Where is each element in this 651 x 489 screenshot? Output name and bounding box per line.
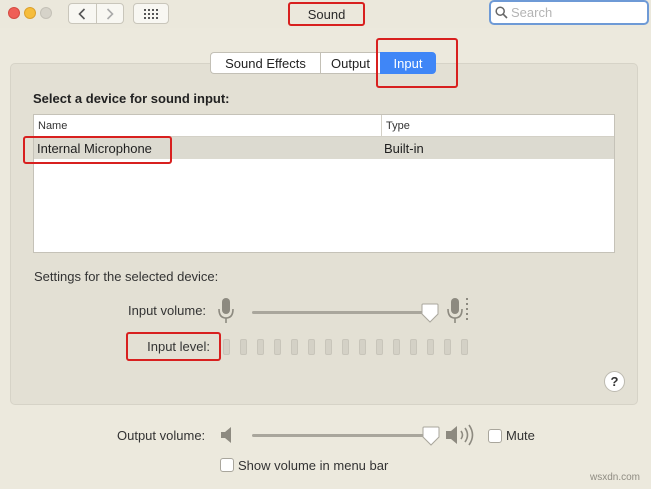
window-title: Sound: [288, 2, 365, 26]
input-level-segment: [342, 339, 349, 355]
settings-heading: Settings for the selected device:: [34, 269, 219, 284]
input-level-segment: [274, 339, 281, 355]
chevron-left-icon: [78, 7, 86, 20]
input-level-segment: [291, 339, 298, 355]
tab-output[interactable]: Output: [320, 52, 380, 74]
microphone-high-icon: [447, 298, 468, 323]
input-level-segment: [461, 339, 468, 355]
close-window-button[interactable]: [8, 7, 20, 19]
input-volume-label: Input volume:: [128, 303, 207, 318]
table-header: Name Type: [34, 115, 614, 137]
show-all-button[interactable]: [133, 3, 169, 24]
watermark-text: wsxdn.com: [590, 472, 641, 483]
device-row-highlight-annotation: [23, 136, 172, 164]
input-volume-slider[interactable]: [252, 311, 435, 314]
input-level-segment: [257, 339, 264, 355]
search-icon: [495, 6, 508, 19]
microphone-low-icon: [218, 298, 234, 323]
device-table: Name Type Internal Microphone Built-in: [33, 114, 615, 253]
tab-sound-effects[interactable]: Sound Effects: [210, 52, 320, 74]
chevron-right-icon: [106, 7, 114, 20]
input-level-segment: [223, 339, 230, 355]
input-level-segment: [376, 339, 383, 355]
speaker-low-icon: [221, 427, 231, 443]
device-type-cell: Built-in: [384, 140, 424, 156]
forward-button[interactable]: [95, 4, 124, 23]
input-level-segment: [240, 339, 247, 355]
search-field[interactable]: [489, 0, 649, 25]
column-header-type[interactable]: Type: [382, 115, 614, 136]
input-level-segment: [359, 339, 366, 355]
device-select-heading: Select a device for sound input:: [33, 91, 230, 106]
input-level-meter: [223, 339, 478, 355]
input-level-segment: [393, 339, 400, 355]
navigation-buttons: [68, 3, 124, 24]
tab-input-highlight-annotation: [376, 38, 458, 88]
title-bar: Sound: [0, 0, 651, 28]
search-input[interactable]: [511, 5, 641, 20]
output-volume-slider[interactable]: [252, 434, 435, 437]
input-volume-slider-thumb[interactable]: [421, 303, 439, 323]
back-button[interactable]: [69, 4, 96, 23]
output-volume-label: Output volume:: [117, 428, 206, 443]
minimize-window-button[interactable]: [24, 7, 36, 19]
speaker-high-icon: [446, 424, 474, 446]
input-level-segment: [410, 339, 417, 355]
mute-label: Mute: [506, 428, 535, 443]
input-level-segment: [427, 339, 434, 355]
input-level-label: Input level:: [126, 332, 221, 361]
show-volume-label: Show volume in menu bar: [238, 458, 389, 473]
mute-checkbox[interactable]: [488, 429, 502, 443]
output-volume-slider-thumb[interactable]: [422, 426, 440, 446]
input-level-segment: [444, 339, 451, 355]
zoom-window-button[interactable]: [40, 7, 52, 19]
input-level-segment: [325, 339, 332, 355]
help-button[interactable]: ?: [604, 371, 625, 392]
grid-icon: [144, 8, 158, 19]
input-level-segment: [308, 339, 315, 355]
show-volume-checkbox[interactable]: [220, 458, 234, 472]
column-header-name[interactable]: Name: [34, 115, 382, 136]
